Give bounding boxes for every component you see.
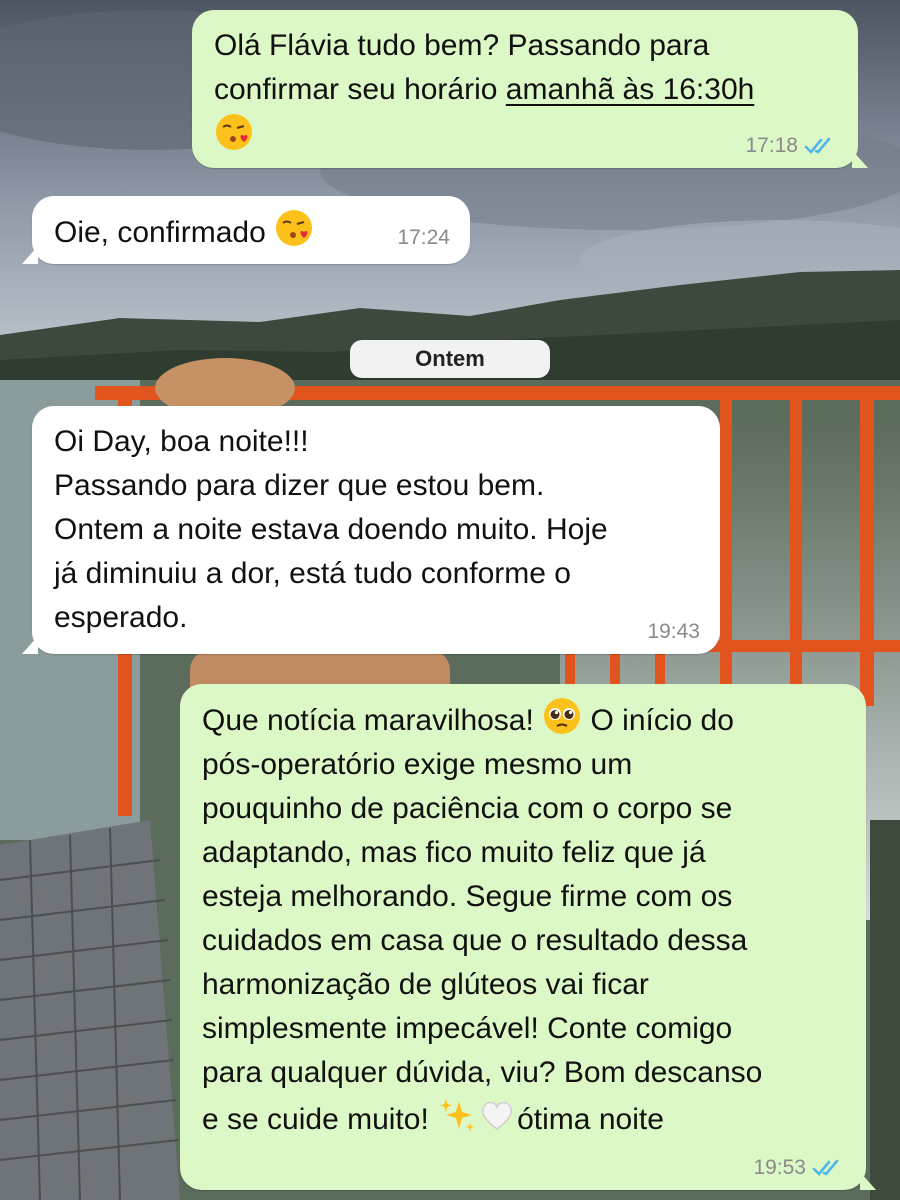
message-text: já diminuiu a dor, está tudo conforme o [54,557,571,590]
message-text: Olá Flávia tudo bem? Passando para [214,29,710,62]
message-time: 19:53 [753,1156,806,1179]
message-time: 19:43 [647,620,700,643]
message-text: confirmar seu horário amanhã às 16:30h [214,73,755,106]
message-meta: 17:24 [397,226,450,250]
read-ticks-icon [812,1158,844,1178]
bubble-tail [860,1172,876,1190]
message-text: Oi Day, boa noite!!! [54,425,309,458]
message-text: Passando para dizer que estou bem. [54,469,545,502]
message-text: esteja melhorando. Segue firme com os [202,880,733,913]
message-text: Oie, confirmado [54,208,448,255]
message-emoji-line [214,112,836,159]
date-separator: Ontem [350,340,550,378]
bubble-tail [22,636,38,654]
message-bubble-outgoing[interactable]: Que notícia maravilhosa! O início do pós… [180,684,876,1190]
white-heart-emoji [477,1095,517,1135]
message-text: Ontem a noite estava doendo muito. Hoje [54,513,608,546]
message-meta: 19:53 [753,1156,844,1180]
message-meta: 17:18 [745,134,836,158]
message-text: e se cuide muito! ótima noite [202,1095,844,1142]
message-time: 17:24 [397,226,450,249]
message-text: simplesmente impecável! Conte comigo [202,1012,733,1045]
message-bubble-incoming[interactable]: Oi Day, boa noite!!! Passando para dizer… [22,406,720,654]
message-text: esperado. [54,601,188,634]
message-meta: 19:43 [647,620,700,644]
message-bubble-outgoing[interactable]: Olá Flávia tudo bem? Passando para confi… [192,10,868,168]
bubble-tail [22,246,38,264]
message-text: para qualquer dúvida, viu? Bom descanso [202,1056,763,1089]
message-text: cuidados em casa que o resultado dessa [202,924,748,957]
message-text: Que notícia maravilhosa! O início do [202,696,844,743]
message-text: adaptando, mas fico muito feliz que já [202,836,706,869]
read-ticks-icon [804,136,836,156]
kissing-face-with-heart-emoji [274,208,314,248]
message-text: pouquinho de paciência com o corpo se [202,792,733,825]
message-text: harmonização de glúteos vai ficar [202,968,649,1001]
kissing-face-with-heart-emoji [214,112,254,152]
bubble-tail [852,150,868,168]
message-text: pós-operatório exige mesmo um [202,748,633,781]
sparkles-emoji [437,1095,477,1135]
message-time: 17:18 [745,134,798,157]
pleading-face-emoji [542,696,582,736]
message-bubble-incoming[interactable]: Oie, confirmado 17:24 [22,196,470,264]
date-link[interactable]: amanhã às 16:30h [506,73,755,106]
